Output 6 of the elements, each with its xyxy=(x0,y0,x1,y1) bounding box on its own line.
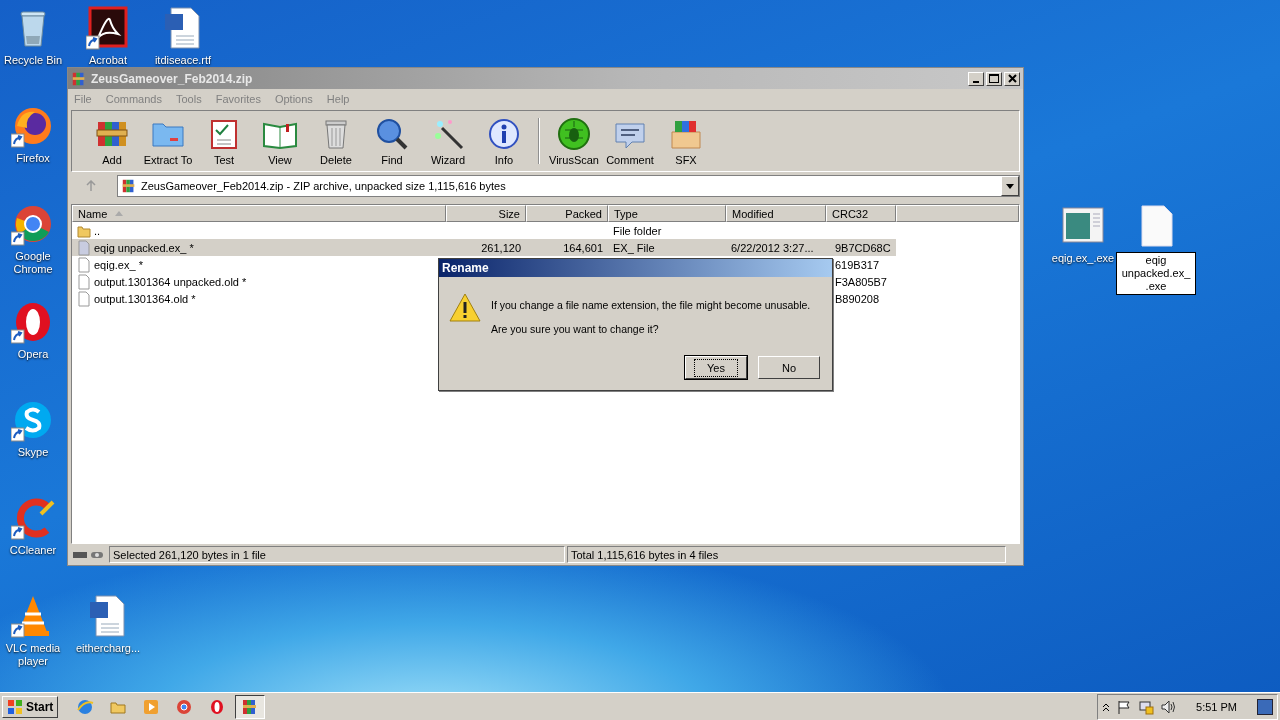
dialog-title: Rename xyxy=(439,259,832,277)
window-title: ZeusGameover_Feb2014.zip xyxy=(91,71,253,86)
dialog-question: Are you sure you want to change it? xyxy=(491,323,660,335)
dialog-message: If you change a file name extension, the file might become unusable. xyxy=(491,299,811,311)
status-text: Selected 261,120 bytes in 1 file xyxy=(109,546,565,563)
status-text: Total 1,115,616 bytes in 4 files xyxy=(567,546,1006,563)
